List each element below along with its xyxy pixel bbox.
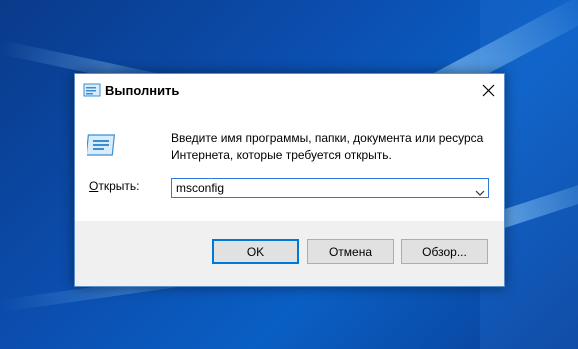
cancel-button[interactable]: Отмена	[307, 239, 394, 264]
open-combobox[interactable]	[171, 178, 489, 198]
close-button[interactable]	[474, 74, 504, 107]
open-label-accelerator: О	[89, 179, 99, 193]
run-dialog: Выполнить Введите имя программы, папки, …	[74, 73, 505, 287]
open-label: Открыть:	[89, 179, 139, 193]
desktop-background: Выполнить Введите имя программы, папки, …	[0, 0, 578, 349]
close-icon	[482, 84, 495, 97]
run-icon-large	[85, 129, 119, 161]
open-label-text: ткрыть:	[98, 179, 140, 193]
run-icon	[83, 83, 101, 97]
open-input[interactable]	[174, 180, 466, 196]
browse-button[interactable]: Обзор...	[401, 239, 488, 264]
ok-button[interactable]: OK	[212, 239, 299, 264]
dialog-description: Введите имя программы, папки, документа …	[171, 131, 484, 162]
chevron-down-icon[interactable]	[475, 184, 485, 202]
title-bar[interactable]: Выполнить	[75, 74, 504, 107]
dialog-title: Выполнить	[105, 83, 180, 98]
